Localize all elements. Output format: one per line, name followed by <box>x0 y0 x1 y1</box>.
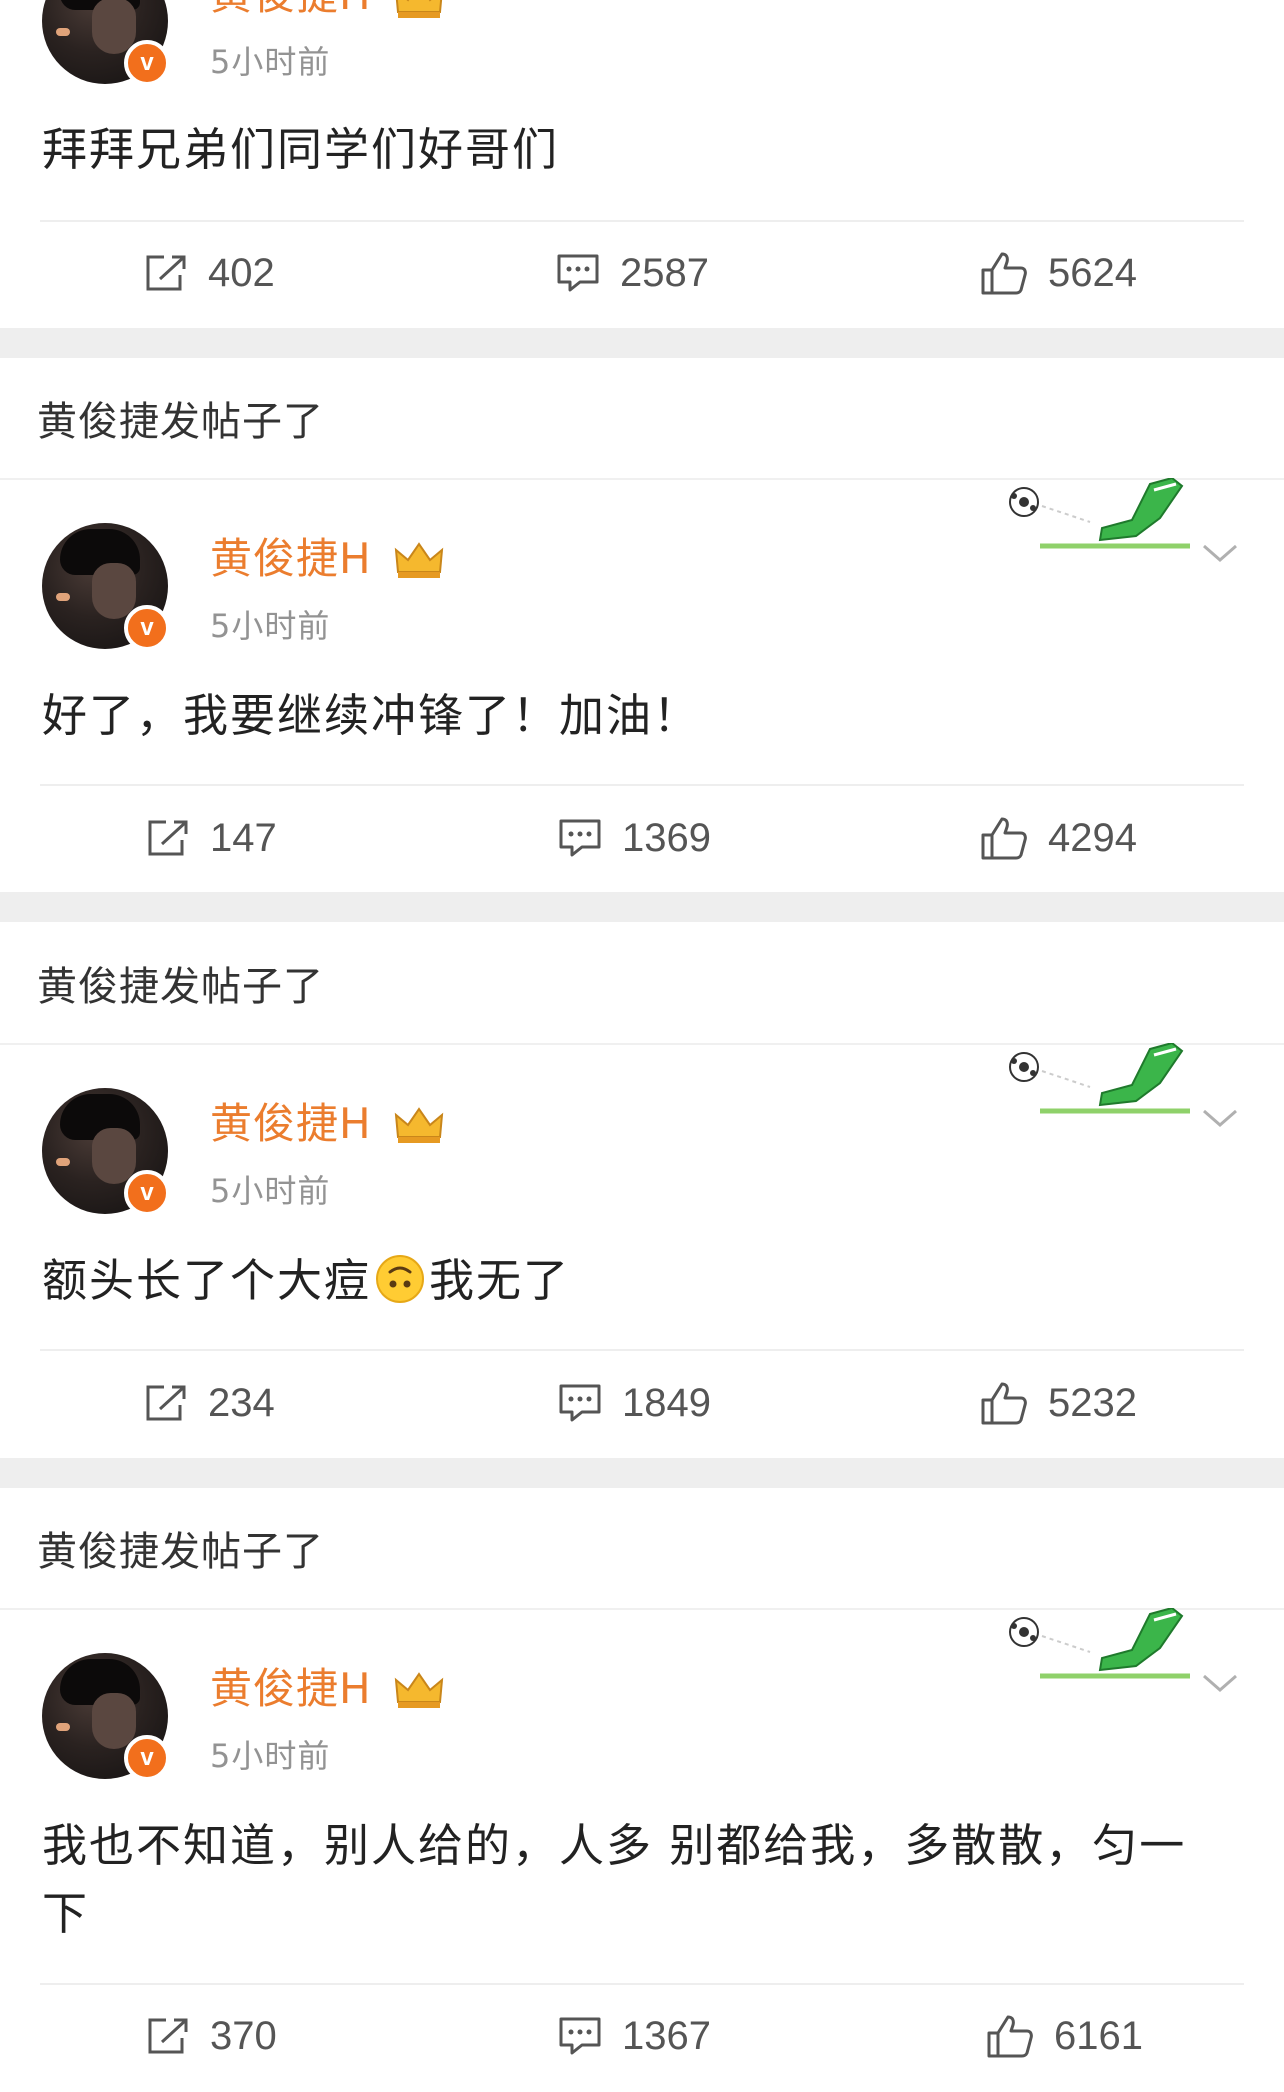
section-title: 黄俊捷发帖子了 <box>37 399 324 445</box>
repost-button[interactable]: 402 <box>144 243 275 303</box>
repost-count: 147 <box>210 815 277 860</box>
verified-badge-icon: v <box>124 1170 170 1216</box>
repost-count: 234 <box>208 1380 275 1425</box>
timestamp: 5小时前 <box>210 1172 331 1210</box>
feed-separator <box>0 328 1284 358</box>
feed-separator <box>0 1458 1284 1488</box>
comment-icon <box>557 254 599 292</box>
like-button[interactable]: 5624 <box>980 243 1137 303</box>
share-icon <box>146 255 186 291</box>
username[interactable]: 黄俊捷H <box>210 534 372 584</box>
like-count: 5624 <box>1048 250 1137 295</box>
thumbs-up-icon <box>981 1382 1027 1425</box>
thumbs-up-icon <box>987 2015 1033 2058</box>
weibo-feed: v 黄俊捷H 5小时前 拜拜兄弟们同学们好哥们 402 2587 <box>0 0 1284 2092</box>
timestamp: 5小时前 <box>210 607 331 645</box>
thumbs-up-icon <box>981 817 1027 860</box>
soccer-kick-icon <box>1009 478 1190 549</box>
divider <box>40 784 1244 786</box>
like-count: 5232 <box>1048 1380 1137 1425</box>
post-content: 好了，我要继续冲锋了！加油！ <box>42 689 701 742</box>
chevron-down-icon[interactable] <box>1200 542 1240 566</box>
comment-count: 2587 <box>620 250 709 295</box>
post-content: 额头长了个大痘 我无了 <box>42 1247 1242 1315</box>
comment-button[interactable]: 1367 <box>558 2006 711 2066</box>
like-button[interactable]: 6161 <box>986 2006 1143 2066</box>
comment-icon <box>559 819 601 857</box>
repost-count: 370 <box>210 2013 277 2058</box>
repost-count: 402 <box>208 250 275 295</box>
comment-count: 1369 <box>622 815 711 860</box>
crown-icon <box>394 1672 444 1708</box>
comment-icon <box>559 1384 601 1422</box>
like-count: 4294 <box>1048 815 1137 860</box>
post-content: 拜拜兄弟们同学们好哥们 <box>42 123 560 176</box>
comment-count: 1367 <box>622 2013 711 2058</box>
crown-icon <box>395 0 443 18</box>
soccer-kick-icon <box>1009 1043 1190 1114</box>
comment-count: 1849 <box>622 1380 711 1425</box>
comment-button[interactable]: 1849 <box>558 1373 711 1433</box>
verified-badge-icon: v <box>124 40 170 86</box>
username[interactable]: 黄俊捷H <box>210 1664 372 1714</box>
divider <box>40 1983 1244 1985</box>
like-count: 6161 <box>1054 2013 1143 2058</box>
avatar[interactable]: v <box>42 1653 170 1781</box>
timestamp: 5小时前 <box>210 43 331 81</box>
post-content-text: 额头长了个大痘 <box>42 1254 372 1307</box>
thumbs-up-icon <box>981 252 1027 295</box>
divider <box>40 220 1244 222</box>
avatar[interactable]: v <box>42 0 170 86</box>
username[interactable]: 黄俊捷H <box>210 0 372 20</box>
like-button[interactable]: 5232 <box>980 1373 1137 1433</box>
timestamp: 5小时前 <box>210 1737 331 1775</box>
like-button[interactable]: 4294 <box>980 808 1137 868</box>
comment-button[interactable]: 2587 <box>556 243 709 303</box>
post-content-text: 我无了 <box>429 1254 571 1307</box>
verified-badge-icon: v <box>124 1735 170 1781</box>
section-title: 黄俊捷发帖子了 <box>37 964 324 1010</box>
share-icon <box>148 820 188 856</box>
username[interactable]: 黄俊捷H <box>210 1099 372 1149</box>
repost-button[interactable]: 147 <box>146 808 277 868</box>
crown-icon <box>394 1107 444 1143</box>
comment-icon <box>559 2017 601 2055</box>
soccer-kick-icon <box>1009 1608 1190 1679</box>
post-content: 我也不知道，别人给的，人多 别都给我，多散散，匀一下 <box>42 1819 1187 1940</box>
verified-badge-icon: v <box>124 605 170 651</box>
upside-down-face-icon <box>376 1255 425 1303</box>
comment-button[interactable]: 1369 <box>558 808 711 868</box>
avatar[interactable]: v <box>42 1088 170 1216</box>
repost-button[interactable]: 370 <box>146 2006 277 2066</box>
repost-button[interactable]: 234 <box>144 1373 275 1433</box>
chevron-down-icon[interactable] <box>1200 1107 1240 1131</box>
share-icon <box>148 2018 188 2054</box>
avatar[interactable]: v <box>42 523 170 651</box>
share-icon <box>146 1385 186 1421</box>
feed-separator <box>0 892 1284 922</box>
divider <box>40 1349 1244 1351</box>
section-title: 黄俊捷发帖子了 <box>37 1529 324 1575</box>
crown-icon <box>394 542 444 578</box>
chevron-down-icon[interactable] <box>1200 1672 1240 1696</box>
